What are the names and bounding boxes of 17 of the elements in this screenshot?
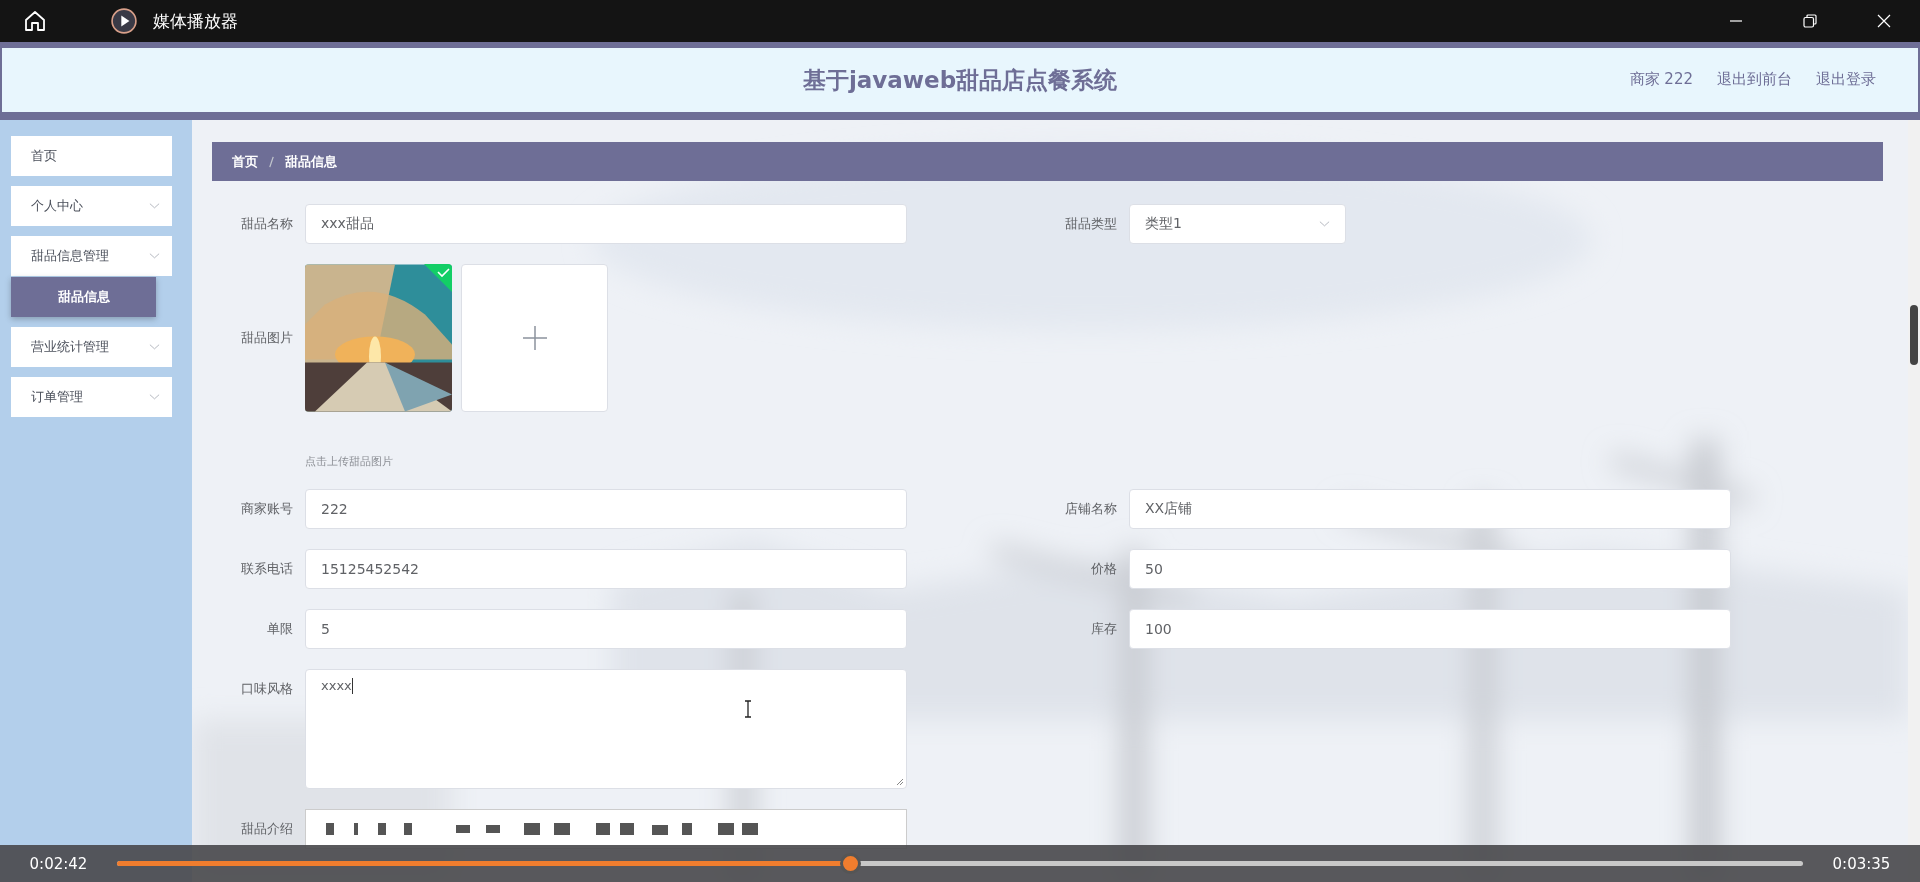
menu-item[interactable]: 订单管理 <box>11 377 172 417</box>
menu-item[interactable]: 营业统计管理 <box>11 327 172 367</box>
close-button[interactable] <box>1876 13 1892 29</box>
header-link[interactable]: 退出到前台 <box>1717 70 1792 89</box>
site-title: 基于javaweb甜品店点餐系统 <box>802 65 1118 95</box>
menu-item[interactable]: 首页 <box>11 136 172 176</box>
home-icon[interactable] <box>23 9 47 33</box>
elapsed-time: 0:02:42 <box>28 854 89 873</box>
play-icon <box>111 8 137 34</box>
menu-item[interactable]: 甜品信息管理 <box>11 236 172 276</box>
restore-button[interactable] <box>1802 13 1818 29</box>
scrollbar-thumb[interactable] <box>1910 305 1918 365</box>
window-title: 媒体播放器 <box>153 9 238 33</box>
submenu-item[interactable]: 甜品信息 <box>11 277 156 317</box>
header-link[interactable]: 退出登录 <box>1816 70 1876 89</box>
menu-item[interactable]: 个人中心 <box>11 186 172 226</box>
header-link[interactable]: 商家 222 <box>1629 70 1693 89</box>
